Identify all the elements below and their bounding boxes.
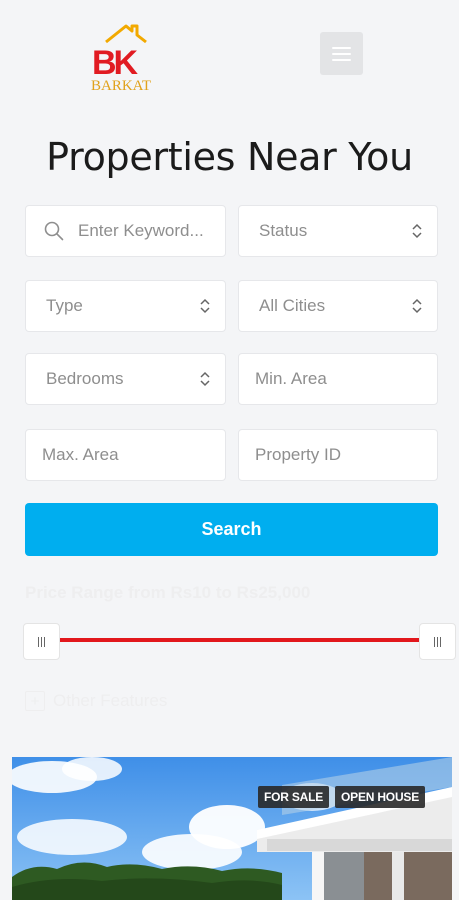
- open-house-badge: OPEN HOUSE: [335, 786, 426, 808]
- other-features-label: Other Features: [53, 691, 168, 710]
- status-select-value: Status: [259, 221, 308, 240]
- min-area-input[interactable]: [255, 354, 437, 404]
- for-sale-badge: FOR SALE: [258, 786, 330, 808]
- price-slider-min-handle[interactable]: [23, 623, 60, 660]
- property-id-field[interactable]: [238, 429, 438, 481]
- page-title: Properties Near You: [46, 135, 413, 179]
- chevron-updown-icon: [200, 298, 210, 314]
- price-range-label: Price Range from Rs10 to Rs25,000: [25, 583, 311, 602]
- brand-logo[interactable]: BK BARKAT: [88, 22, 158, 94]
- cities-select[interactable]: All Cities: [238, 280, 438, 332]
- property-id-input[interactable]: [255, 430, 437, 480]
- search-icon: [44, 221, 64, 241]
- max-area-input[interactable]: [42, 430, 225, 480]
- max-area-field[interactable]: [25, 429, 226, 481]
- bedrooms-select[interactable]: Bedrooms: [25, 353, 226, 405]
- chevron-updown-icon: [200, 371, 210, 387]
- keyword-field[interactable]: [25, 205, 226, 257]
- property-image: [12, 757, 452, 900]
- chevron-updown-icon: [412, 298, 422, 314]
- type-select-value: Type: [46, 296, 83, 315]
- site-header: BK BARKAT: [0, 0, 459, 120]
- other-features-toggle[interactable]: + Other Features: [25, 691, 167, 711]
- min-area-field[interactable]: [238, 353, 438, 405]
- price-slider-max-handle[interactable]: [419, 623, 456, 660]
- svg-text:BARKAT: BARKAT: [91, 78, 151, 94]
- hamburger-menu-icon[interactable]: [320, 32, 363, 75]
- property-card[interactable]: FOR SALE OPEN HOUSE: [12, 757, 452, 900]
- bedrooms-select-value: Bedrooms: [46, 369, 124, 388]
- cities-select-value: All Cities: [259, 296, 326, 315]
- search-button[interactable]: Search: [25, 503, 438, 556]
- status-select[interactable]: Status: [238, 205, 438, 257]
- keyword-input[interactable]: [78, 206, 225, 256]
- plus-square-icon: +: [25, 691, 45, 711]
- svg-text:BK: BK: [92, 44, 139, 82]
- chevron-updown-icon: [412, 223, 422, 239]
- price-range-slider[interactable]: [41, 638, 437, 642]
- type-select[interactable]: Type: [25, 280, 226, 332]
